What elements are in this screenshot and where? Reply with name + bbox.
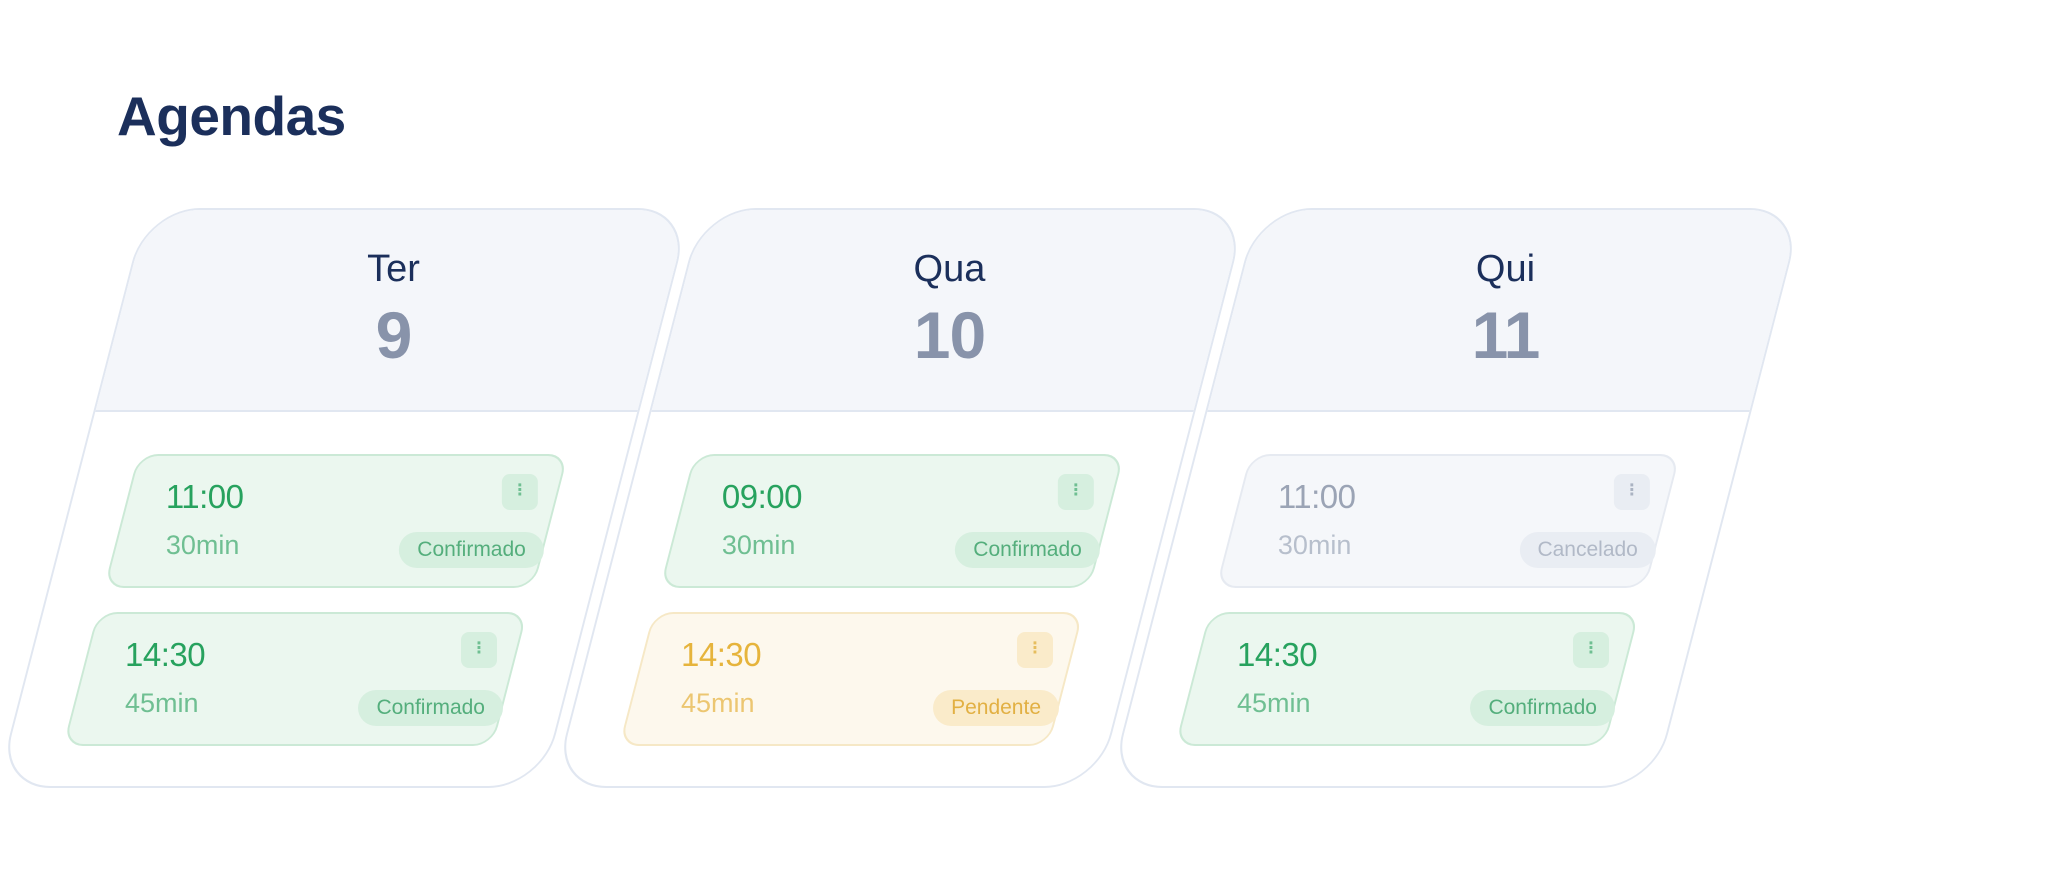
more-vertical-icon[interactable]: ⋮ xyxy=(1057,474,1094,510)
status-badge: Confirmado xyxy=(399,532,544,568)
day-name: Qua xyxy=(913,248,986,290)
day-header: Qua 10 xyxy=(651,210,1246,412)
appointment-card[interactable]: 14:30 ⋮ 45min Confirmado xyxy=(1174,612,1640,746)
appointment-card[interactable]: 14:30 ⋮ 45min Pendente xyxy=(618,612,1084,746)
appointment-time: 11:00 xyxy=(165,478,244,515)
appointment-duration: 30min xyxy=(165,530,240,560)
appointment-list: 11:00 ⋮ 30min Confirmado 14:30 ⋮ 45min C… xyxy=(0,412,637,788)
status-badge: Confirmado xyxy=(358,690,504,726)
more-vertical-icon[interactable]: ⋮ xyxy=(1017,632,1054,668)
more-vertical-icon[interactable]: ⋮ xyxy=(1573,632,1610,668)
appointment-time: 09:00 xyxy=(721,478,802,515)
appointment-duration: 45min xyxy=(125,688,199,718)
day-number: 11 xyxy=(1471,298,1540,372)
appointment-duration: 30min xyxy=(721,530,796,560)
day-name: Ter xyxy=(367,248,420,290)
day-name: Qui xyxy=(1475,248,1536,290)
appointment-list: 11:00 ⋮ 30min Cancelado 14:30 ⋮ 45min Co… xyxy=(1109,412,1749,788)
more-vertical-icon[interactable]: ⋮ xyxy=(461,632,498,668)
appointment-duration: 30min xyxy=(1277,530,1352,560)
day-header: Qui 11 xyxy=(1207,210,1802,412)
status-badge: Confirmado xyxy=(1470,690,1616,726)
appointment-duration: 45min xyxy=(1237,688,1311,718)
appointment-card[interactable]: 09:00 ⋮ 30min Confirmado xyxy=(659,454,1125,588)
appointment-card[interactable]: 11:00 ⋮ 30min Cancelado xyxy=(1215,454,1681,588)
day-number: 10 xyxy=(913,298,986,372)
appointment-time: 14:30 xyxy=(1237,636,1318,673)
page-title: Agendas xyxy=(117,85,346,147)
appointment-duration: 45min xyxy=(681,688,755,718)
day-header: Ter 9 xyxy=(95,210,690,412)
status-badge: Pendente xyxy=(933,690,1060,726)
status-badge: Confirmado xyxy=(955,532,1100,568)
appointment-card[interactable]: 11:00 ⋮ 30min Confirmado xyxy=(103,454,569,588)
more-vertical-icon[interactable]: ⋮ xyxy=(1613,474,1650,510)
status-badge: Cancelado xyxy=(1519,532,1656,568)
more-vertical-icon[interactable]: ⋮ xyxy=(501,474,538,510)
appointment-time: 14:30 xyxy=(681,636,762,673)
appointment-card[interactable]: 14:30 ⋮ 45min Confirmado xyxy=(62,612,528,746)
appointment-list: 09:00 ⋮ 30min Confirmado 14:30 ⋮ 45min P… xyxy=(553,412,1193,788)
appointment-time: 14:30 xyxy=(125,636,206,673)
day-number: 9 xyxy=(375,298,412,372)
appointment-time: 11:00 xyxy=(1277,478,1356,515)
